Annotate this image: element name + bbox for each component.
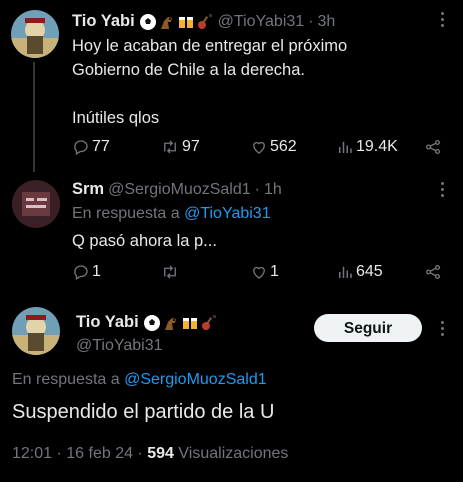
tweet-text: Q pasó ahora la p... xyxy=(72,232,217,250)
timestamp[interactable]: 3h xyxy=(318,13,336,31)
retweet-button[interactable]: 97 xyxy=(160,138,200,156)
reply-prefix: En respuesta a xyxy=(12,371,120,388)
separator-dot: · xyxy=(56,445,62,462)
reply-handle-link[interactable]: @TioYabi31 xyxy=(184,205,271,222)
beer-mugs-icon xyxy=(178,16,193,28)
tweet-time[interactable]: 12:01 xyxy=(12,445,52,462)
avatar[interactable] xyxy=(12,307,60,355)
handle[interactable]: @SergioMuozSald1 xyxy=(108,181,251,199)
retweet-button[interactable] xyxy=(160,263,182,281)
like-button[interactable]: 1 xyxy=(250,263,279,281)
separator-dot: · xyxy=(254,180,260,198)
guitar-icon xyxy=(197,13,212,29)
timestamp[interactable]: 1h xyxy=(264,181,282,199)
separator-dot: · xyxy=(308,12,314,30)
reply-button[interactable]: 77 xyxy=(72,138,110,156)
reply-handle-link[interactable]: @SergioMuozSald1 xyxy=(124,371,267,388)
more-options-icon[interactable] xyxy=(441,12,444,30)
tweet-2[interactable]: Srm @SergioMuozSald1 · 1h En respuesta a… xyxy=(0,170,463,295)
more-options-icon[interactable] xyxy=(441,182,444,200)
views-icon xyxy=(339,266,352,278)
reply-button[interactable]: 1 xyxy=(72,263,101,281)
retweet-count: 97 xyxy=(182,138,200,155)
thread-connector-line xyxy=(33,62,35,172)
separator-dot: · xyxy=(137,445,143,462)
like-count: 562 xyxy=(270,138,297,155)
handle[interactable]: @TioYabi31 xyxy=(218,13,305,31)
share-icon xyxy=(425,264,441,280)
tweet-3-focused[interactable]: Tio Yabi @TioYabi31 Seguir En respuesta … xyxy=(0,295,463,482)
like-icon xyxy=(253,266,265,279)
reply-prefix: En respuesta a xyxy=(72,205,180,222)
reply-count: 77 xyxy=(92,138,110,155)
reply-context: En respuesta a @SergioMuozSald1 xyxy=(12,371,267,389)
tweet-1[interactable]: Tio Yabi @TioYabi31 · 3h Hoy le acaban d… xyxy=(0,0,463,172)
avatar-image xyxy=(12,307,60,355)
views-label: Visualizaciones xyxy=(178,445,289,462)
tweet-date[interactable]: 16 feb 24 xyxy=(66,445,133,462)
views-button[interactable]: 19.4K xyxy=(336,138,398,156)
share-icon xyxy=(425,139,441,155)
handle[interactable]: @TioYabi31 xyxy=(76,337,163,355)
share-button[interactable] xyxy=(424,138,442,156)
more-options-icon[interactable] xyxy=(441,321,444,339)
views-icon xyxy=(339,141,352,153)
like-button[interactable]: 562 xyxy=(250,138,297,156)
retweet-icon xyxy=(164,265,176,279)
display-name[interactable]: Srm xyxy=(72,180,104,199)
avatar-image xyxy=(12,180,60,228)
avatar-image xyxy=(11,10,59,58)
retweet-icon xyxy=(164,140,176,154)
follow-button[interactable]: Seguir xyxy=(314,314,422,342)
soccer-ball-icon xyxy=(139,13,156,30)
views-count: 645 xyxy=(356,263,383,280)
views-count: 19.4K xyxy=(356,138,398,155)
name-emojis xyxy=(139,13,214,31)
tweet-meta: 12:01 · 16 feb 24 · 594 Visualizaciones xyxy=(12,445,288,463)
tweet-text: Hoy le acaban de entregar el próximo Gob… xyxy=(72,37,348,127)
share-button[interactable] xyxy=(424,263,442,281)
reply-icon xyxy=(74,140,88,155)
avatar[interactable] xyxy=(11,10,59,58)
display-name[interactable]: Tio Yabi xyxy=(76,313,139,332)
horse-icon xyxy=(160,16,172,29)
display-name[interactable]: Tio Yabi xyxy=(72,12,135,31)
tweet-text: Suspendido el partido de la U xyxy=(12,401,275,423)
avatar[interactable] xyxy=(12,180,60,228)
reply-context: En respuesta a @TioYabi31 xyxy=(72,205,271,223)
beer-mugs-icon xyxy=(182,317,197,329)
reply-icon xyxy=(74,265,88,280)
views-count[interactable]: 594 xyxy=(147,445,174,462)
soccer-ball-icon xyxy=(143,314,160,331)
guitar-icon xyxy=(201,314,216,330)
like-count: 1 xyxy=(270,263,279,280)
name-emojis xyxy=(143,314,218,332)
reply-count: 1 xyxy=(92,263,101,280)
horse-icon xyxy=(164,317,176,330)
like-icon xyxy=(253,141,265,154)
views-button[interactable]: 645 xyxy=(336,263,383,281)
